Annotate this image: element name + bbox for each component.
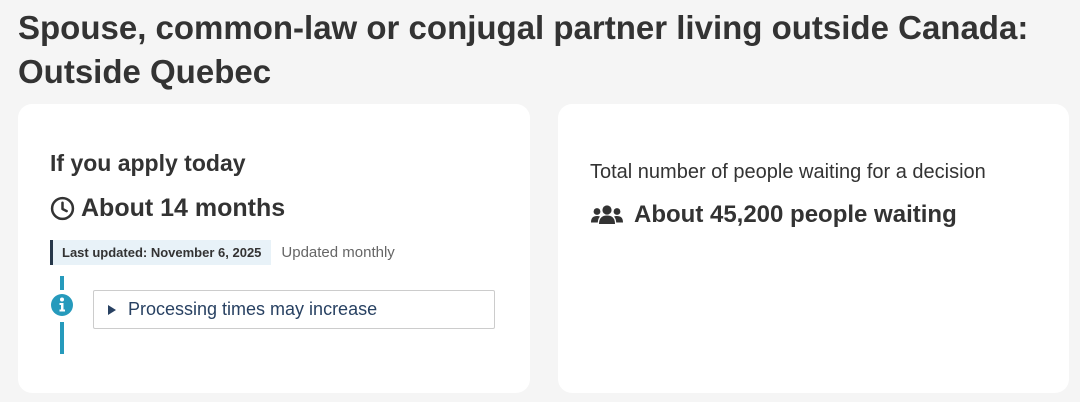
waiting-heading: Total number of people waiting for a dec… (590, 161, 986, 183)
page-title: Spouse, common-law or conjugal partner l… (18, 6, 1068, 94)
info-icon (50, 293, 74, 317)
processing-time-card: If you apply today About 14 months Last … (18, 104, 530, 393)
page-title-line-1: Spouse, common-law or conjugal partner l… (18, 9, 1029, 46)
waiting-count-row: About 45,200 people waiting (590, 200, 957, 230)
update-info-row: Last updated: November 6, 2025 Updated m… (50, 240, 395, 265)
processing-time-row: About 14 months (50, 193, 285, 223)
page-title-line-2: Outside Quebec (18, 53, 272, 90)
processing-notice-label: Processing times may increase (128, 299, 378, 319)
clock-icon (50, 196, 75, 221)
update-frequency: Updated monthly (281, 244, 395, 261)
last-updated-badge: Last updated: November 6, 2025 (50, 240, 272, 265)
expand-triangle-icon (108, 304, 116, 315)
waiting-count-card: Total number of people waiting for a dec… (558, 104, 1069, 393)
users-icon (590, 203, 624, 227)
apply-today-heading: If you apply today (50, 150, 246, 176)
waiting-count-value: About 45,200 people waiting (634, 201, 957, 228)
processing-time-value: About 14 months (81, 194, 286, 222)
processing-notice-toggle[interactable]: Processing times may increase (93, 290, 495, 329)
